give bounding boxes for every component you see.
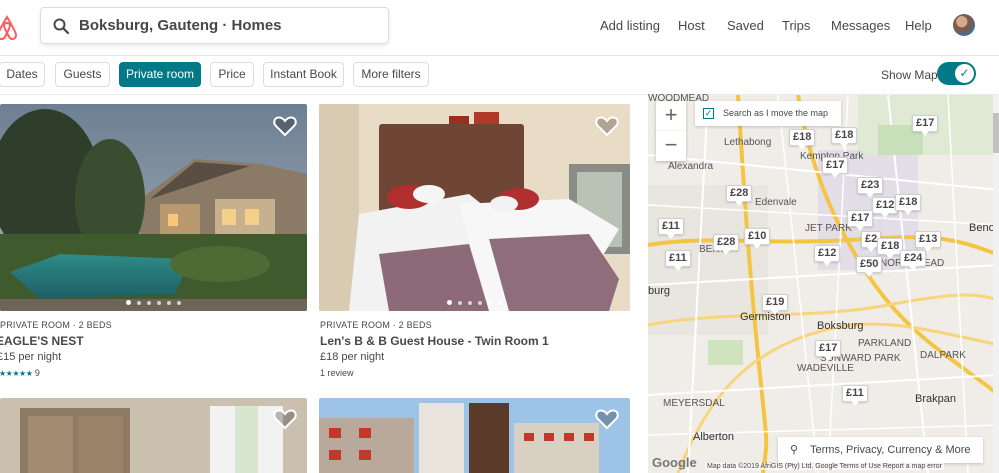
map-label: Alberton — [693, 431, 734, 443]
listing-photo-lens-bb[interactable] — [319, 104, 630, 311]
map-label: Germiston — [740, 311, 791, 323]
review-count: 9 — [34, 368, 40, 378]
photo-pagination-dots — [319, 300, 630, 305]
price-pin[interactable]: £18 — [895, 194, 922, 215]
price-pin[interactable]: £23 — [857, 177, 884, 198]
star-rating-icon: ★★★★★ — [0, 369, 33, 378]
price-pin[interactable]: £19 — [762, 294, 789, 315]
nav-saved[interactable]: Saved — [727, 18, 764, 33]
map-label: Alexandra — [668, 161, 714, 172]
price-pin[interactable]: £17 — [912, 115, 939, 136]
terms-label: Terms, Privacy, Currency & More — [810, 444, 971, 456]
heart-icon[interactable] — [595, 408, 619, 430]
nav-add-listing[interactable]: Add listing — [600, 18, 660, 33]
location-pin-icon: ⚲ — [790, 444, 799, 456]
listing-image — [319, 398, 630, 473]
map-label: MEYERSDAL — [663, 398, 725, 409]
top-header: Add listing Host Saved Trips Messages He… — [0, 0, 999, 56]
price-pin[interactable]: £24 — [900, 250, 927, 271]
listing-photo-hotel[interactable] — [319, 398, 630, 473]
nav-trips[interactable]: Trips — [782, 18, 810, 33]
price-pin[interactable]: £17 — [847, 210, 874, 231]
airbnb-logo-icon[interactable] — [0, 14, 20, 42]
map-label: JET PARK — [805, 223, 852, 234]
search-as-move-label: Search as I move the map — [723, 108, 829, 118]
listing-image — [0, 398, 307, 473]
heart-icon[interactable] — [273, 115, 297, 137]
filter-instant-book-button[interactable]: Instant Book — [263, 62, 344, 87]
map-label: WADEVILLE — [797, 363, 854, 374]
location-search-bar[interactable] — [40, 7, 389, 44]
filter-guests-button[interactable]: Guests — [55, 62, 110, 87]
listing-price: £15 per night — [0, 351, 62, 363]
checkmark-icon: ✓ — [955, 64, 974, 83]
map-label: DALPARK — [920, 350, 966, 361]
zoom-out-button[interactable]: − — [656, 131, 686, 161]
listing-title[interactable]: EAGLE'S NEST — [0, 334, 84, 348]
price-pin[interactable]: £28 — [713, 234, 740, 255]
heart-icon[interactable] — [595, 115, 619, 137]
terms-privacy-button[interactable]: ⚲ Terms, Privacy, Currency & More — [778, 437, 983, 463]
map-label: PARKLAND — [858, 338, 912, 349]
price-pin[interactable]: £10 — [744, 228, 771, 249]
price-pin[interactable]: £12 — [814, 245, 841, 266]
listing-image — [319, 104, 630, 311]
listing-photo-eagles-nest[interactable] — [0, 104, 307, 311]
filter-bar: Dates Guests Private room Price Instant … — [0, 56, 999, 95]
map-label: Brakpan — [915, 393, 956, 405]
zoom-in-button[interactable]: + — [656, 101, 686, 131]
listing-image — [0, 104, 307, 311]
price-pin[interactable]: £11 — [665, 250, 691, 271]
show-map-label: Show Map — [881, 68, 938, 82]
price-pin[interactable]: £18 — [789, 129, 816, 150]
filter-dates-button[interactable]: Dates — [0, 62, 45, 87]
filter-private-room-button[interactable]: Private room — [119, 62, 201, 87]
filter-more-filters-button[interactable]: More filters — [353, 62, 429, 87]
price-pin[interactable]: £17 — [822, 157, 849, 178]
scrollbar-thumb[interactable] — [993, 113, 999, 153]
map-attribution[interactable]: Map data ©2019 AfriGIS (Pty) Ltd, Google… — [705, 463, 944, 470]
map-label: Lethabong — [724, 137, 772, 148]
nav-help[interactable]: Help — [905, 18, 932, 33]
price-pin[interactable]: £28 — [726, 185, 753, 206]
nav-messages[interactable]: Messages — [831, 18, 890, 33]
listing-rating: ★★★★★ 9 — [0, 368, 40, 378]
search-icon — [53, 18, 69, 34]
map-label: Edenvale — [755, 197, 797, 208]
google-logo: Google — [652, 455, 697, 470]
listing-photo-room[interactable] — [0, 398, 307, 473]
checkmark-icon: ✓ — [703, 108, 714, 119]
heart-icon[interactable] — [273, 408, 297, 430]
review-count: 1 review — [320, 368, 354, 378]
price-pin[interactable]: £11 — [658, 218, 684, 239]
price-pin[interactable]: £17 — [815, 340, 842, 361]
search-as-move-checkbox[interactable]: ✓ Search as I move the map — [695, 101, 841, 126]
page-scrollbar[interactable] — [993, 95, 999, 473]
filter-price-button[interactable]: Price — [210, 62, 254, 87]
listing-type: PRIVATE ROOM · 2 BEDS — [320, 320, 432, 330]
listing-title[interactable]: Len's B & B Guest House - Twin Room 1 — [320, 334, 549, 348]
listing-price: £18 per night — [320, 351, 385, 363]
show-map-toggle[interactable]: ✓ — [937, 62, 976, 85]
price-pin[interactable]: £50 — [856, 256, 883, 277]
map-label: Boksburg — [817, 320, 864, 332]
listing-type: PRIVATE ROOM · 2 BEDS — [0, 320, 112, 330]
price-pin[interactable]: £11 — [842, 385, 868, 406]
nav-host[interactable]: Host — [678, 18, 705, 33]
user-avatar[interactable] — [953, 14, 975, 36]
map-label: burg — [648, 285, 671, 297]
listings-panel: PRIVATE ROOM · 2 BEDS EAGLE'S NEST £15 p… — [0, 95, 648, 473]
price-pin[interactable]: £13 — [915, 231, 942, 252]
photo-pagination-dots — [0, 300, 307, 305]
search-input[interactable] — [79, 8, 379, 43]
price-pin[interactable]: £18 — [831, 127, 858, 148]
